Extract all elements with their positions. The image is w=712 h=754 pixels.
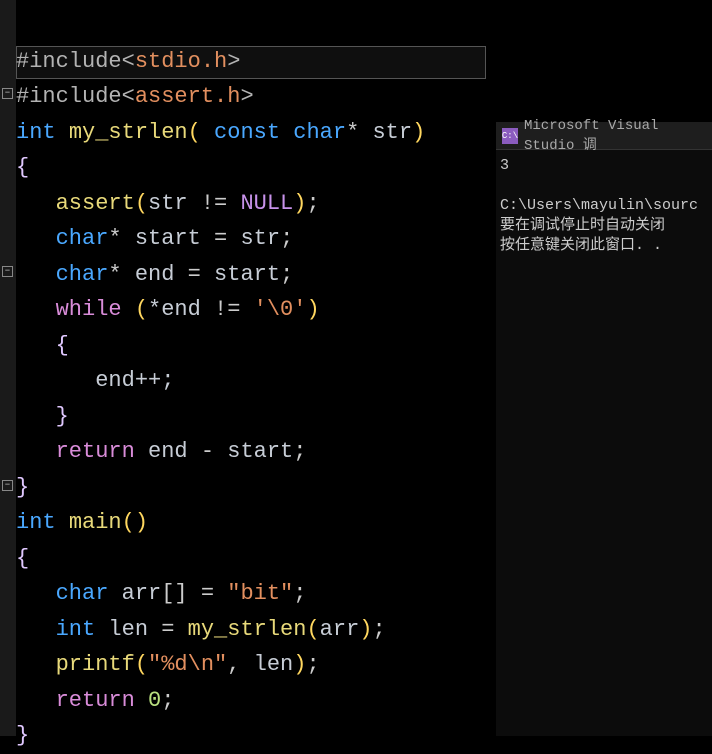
fold-gutter: − − − [0, 0, 16, 736]
fold-toggle[interactable]: − [2, 88, 13, 99]
fold-toggle[interactable]: − [2, 266, 13, 277]
debug-console-window[interactable]: C:\ Microsoft Visual Studio 调 3 C:\Users… [496, 122, 712, 736]
vs-logo-icon: C:\ [502, 128, 518, 144]
function-name: my_strlen [69, 120, 188, 145]
console-titlebar[interactable]: C:\ Microsoft Visual Studio 调 [496, 122, 712, 150]
code-editor[interactable]: − − − #include<stdio.h> #include<assert.… [0, 0, 496, 736]
fold-toggle[interactable]: − [2, 480, 13, 491]
function-name: main [69, 510, 122, 535]
console-title-text: Microsoft Visual Studio 调 [524, 118, 712, 154]
preproc: #include [16, 84, 122, 109]
code-content: #include<stdio.h> #include<assert.h> int… [16, 8, 425, 754]
preproc: #include [16, 49, 122, 74]
console-output: 3 C:\Users\mayulin\sourc 要在调试停止时自动关闭 按任意… [496, 150, 712, 262]
